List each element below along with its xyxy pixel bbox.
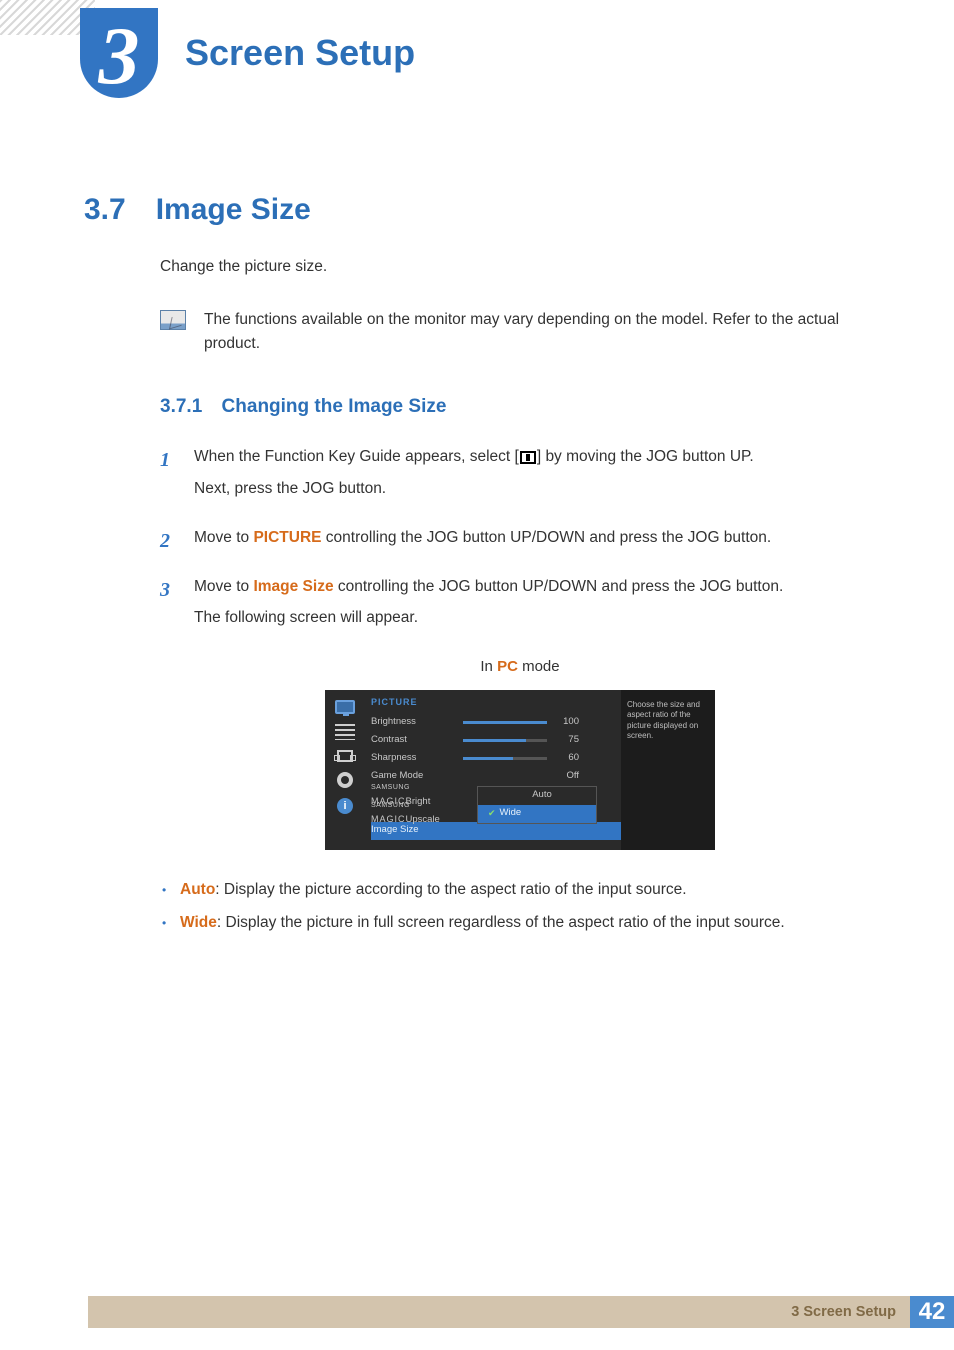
footer-chapter: 3 Screen Setup — [791, 1304, 896, 1320]
steps-list: 1 When the Function Key Guide appears, s… — [160, 445, 880, 637]
mode-caption: In PC mode — [160, 656, 880, 679]
step-number: 3 — [160, 575, 176, 638]
note-block: The functions available on the monitor m… — [160, 308, 880, 355]
section-title: Image Size — [156, 193, 311, 227]
section-intro: Change the picture size. — [160, 255, 880, 278]
footer-bar: 3 Screen Setup 42 — [88, 1296, 954, 1328]
step-text: Move to — [194, 578, 253, 595]
section-number: 3.7 — [84, 193, 126, 227]
osd-row-imagesize: Image Size — [371, 822, 621, 840]
info-icon: i — [337, 798, 353, 814]
step-text: controlling the JOG button UP/DOWN and p… — [322, 529, 772, 546]
subsection-heading: 3.7.1 Changing the Image Size — [160, 393, 880, 422]
step-number: 1 — [160, 445, 176, 508]
osd-row-contrast: Contrast 75 — [371, 732, 621, 750]
list-icon — [335, 724, 355, 740]
step-text: The following screen will appear. — [194, 606, 880, 629]
osd-row-sharpness: Sharpness 60 — [371, 750, 621, 768]
step-2: 2 Move to PICTURE controlling the JOG bu… — [160, 526, 880, 557]
step-highlight: Image Size — [253, 578, 333, 595]
subsection-title: Changing the Image Size — [222, 396, 447, 417]
osd-panel: i PICTURE Brightness 100 Contrast 75 Sha… — [325, 690, 715, 850]
gear-icon — [337, 772, 353, 788]
subsection-number: 3.7.1 — [160, 396, 202, 417]
menu-icon — [520, 451, 536, 464]
monitor-icon — [335, 700, 355, 714]
step-text: When the Function Key Guide appears, sel… — [194, 448, 519, 465]
note-icon — [160, 310, 186, 330]
step-highlight: PICTURE — [253, 529, 321, 546]
osd-help-text: Choose the size and aspect ratio of the … — [621, 690, 715, 850]
option-bullets: Auto: Display the picture according to t… — [160, 878, 880, 935]
size-icon — [337, 750, 353, 762]
step-text: controlling the JOG button UP/DOWN and p… — [334, 578, 784, 595]
step-text: Next, press the JOG button. — [194, 477, 880, 500]
bullet-auto: Auto: Display the picture according to t… — [160, 878, 880, 901]
note-text: The functions available on the monitor m… — [204, 308, 880, 355]
bullet-wide: Wide: Display the picture in full screen… — [160, 911, 880, 934]
step-3: 3 Move to Image Size controlling the JOG… — [160, 575, 880, 638]
step-1: 1 When the Function Key Guide appears, s… — [160, 445, 880, 508]
osd-option-auto: Auto — [478, 787, 596, 805]
step-text: ] by moving the JOG button UP. — [537, 448, 754, 465]
chapter-number-badge: 3 — [80, 8, 158, 98]
footer-page-number: 42 — [910, 1296, 954, 1328]
step-number: 2 — [160, 526, 176, 557]
step-text: Move to — [194, 529, 253, 546]
osd-row-brightness: Brightness 100 — [371, 714, 621, 732]
osd-option-wide: Wide — [478, 805, 596, 823]
osd-submenu: Auto Wide — [477, 786, 597, 824]
osd-icon-rail: i — [325, 690, 365, 850]
osd-main: PICTURE Brightness 100 Contrast 75 Sharp… — [365, 690, 621, 850]
osd-header: PICTURE — [371, 696, 621, 710]
chapter-title: Screen Setup — [185, 32, 415, 74]
